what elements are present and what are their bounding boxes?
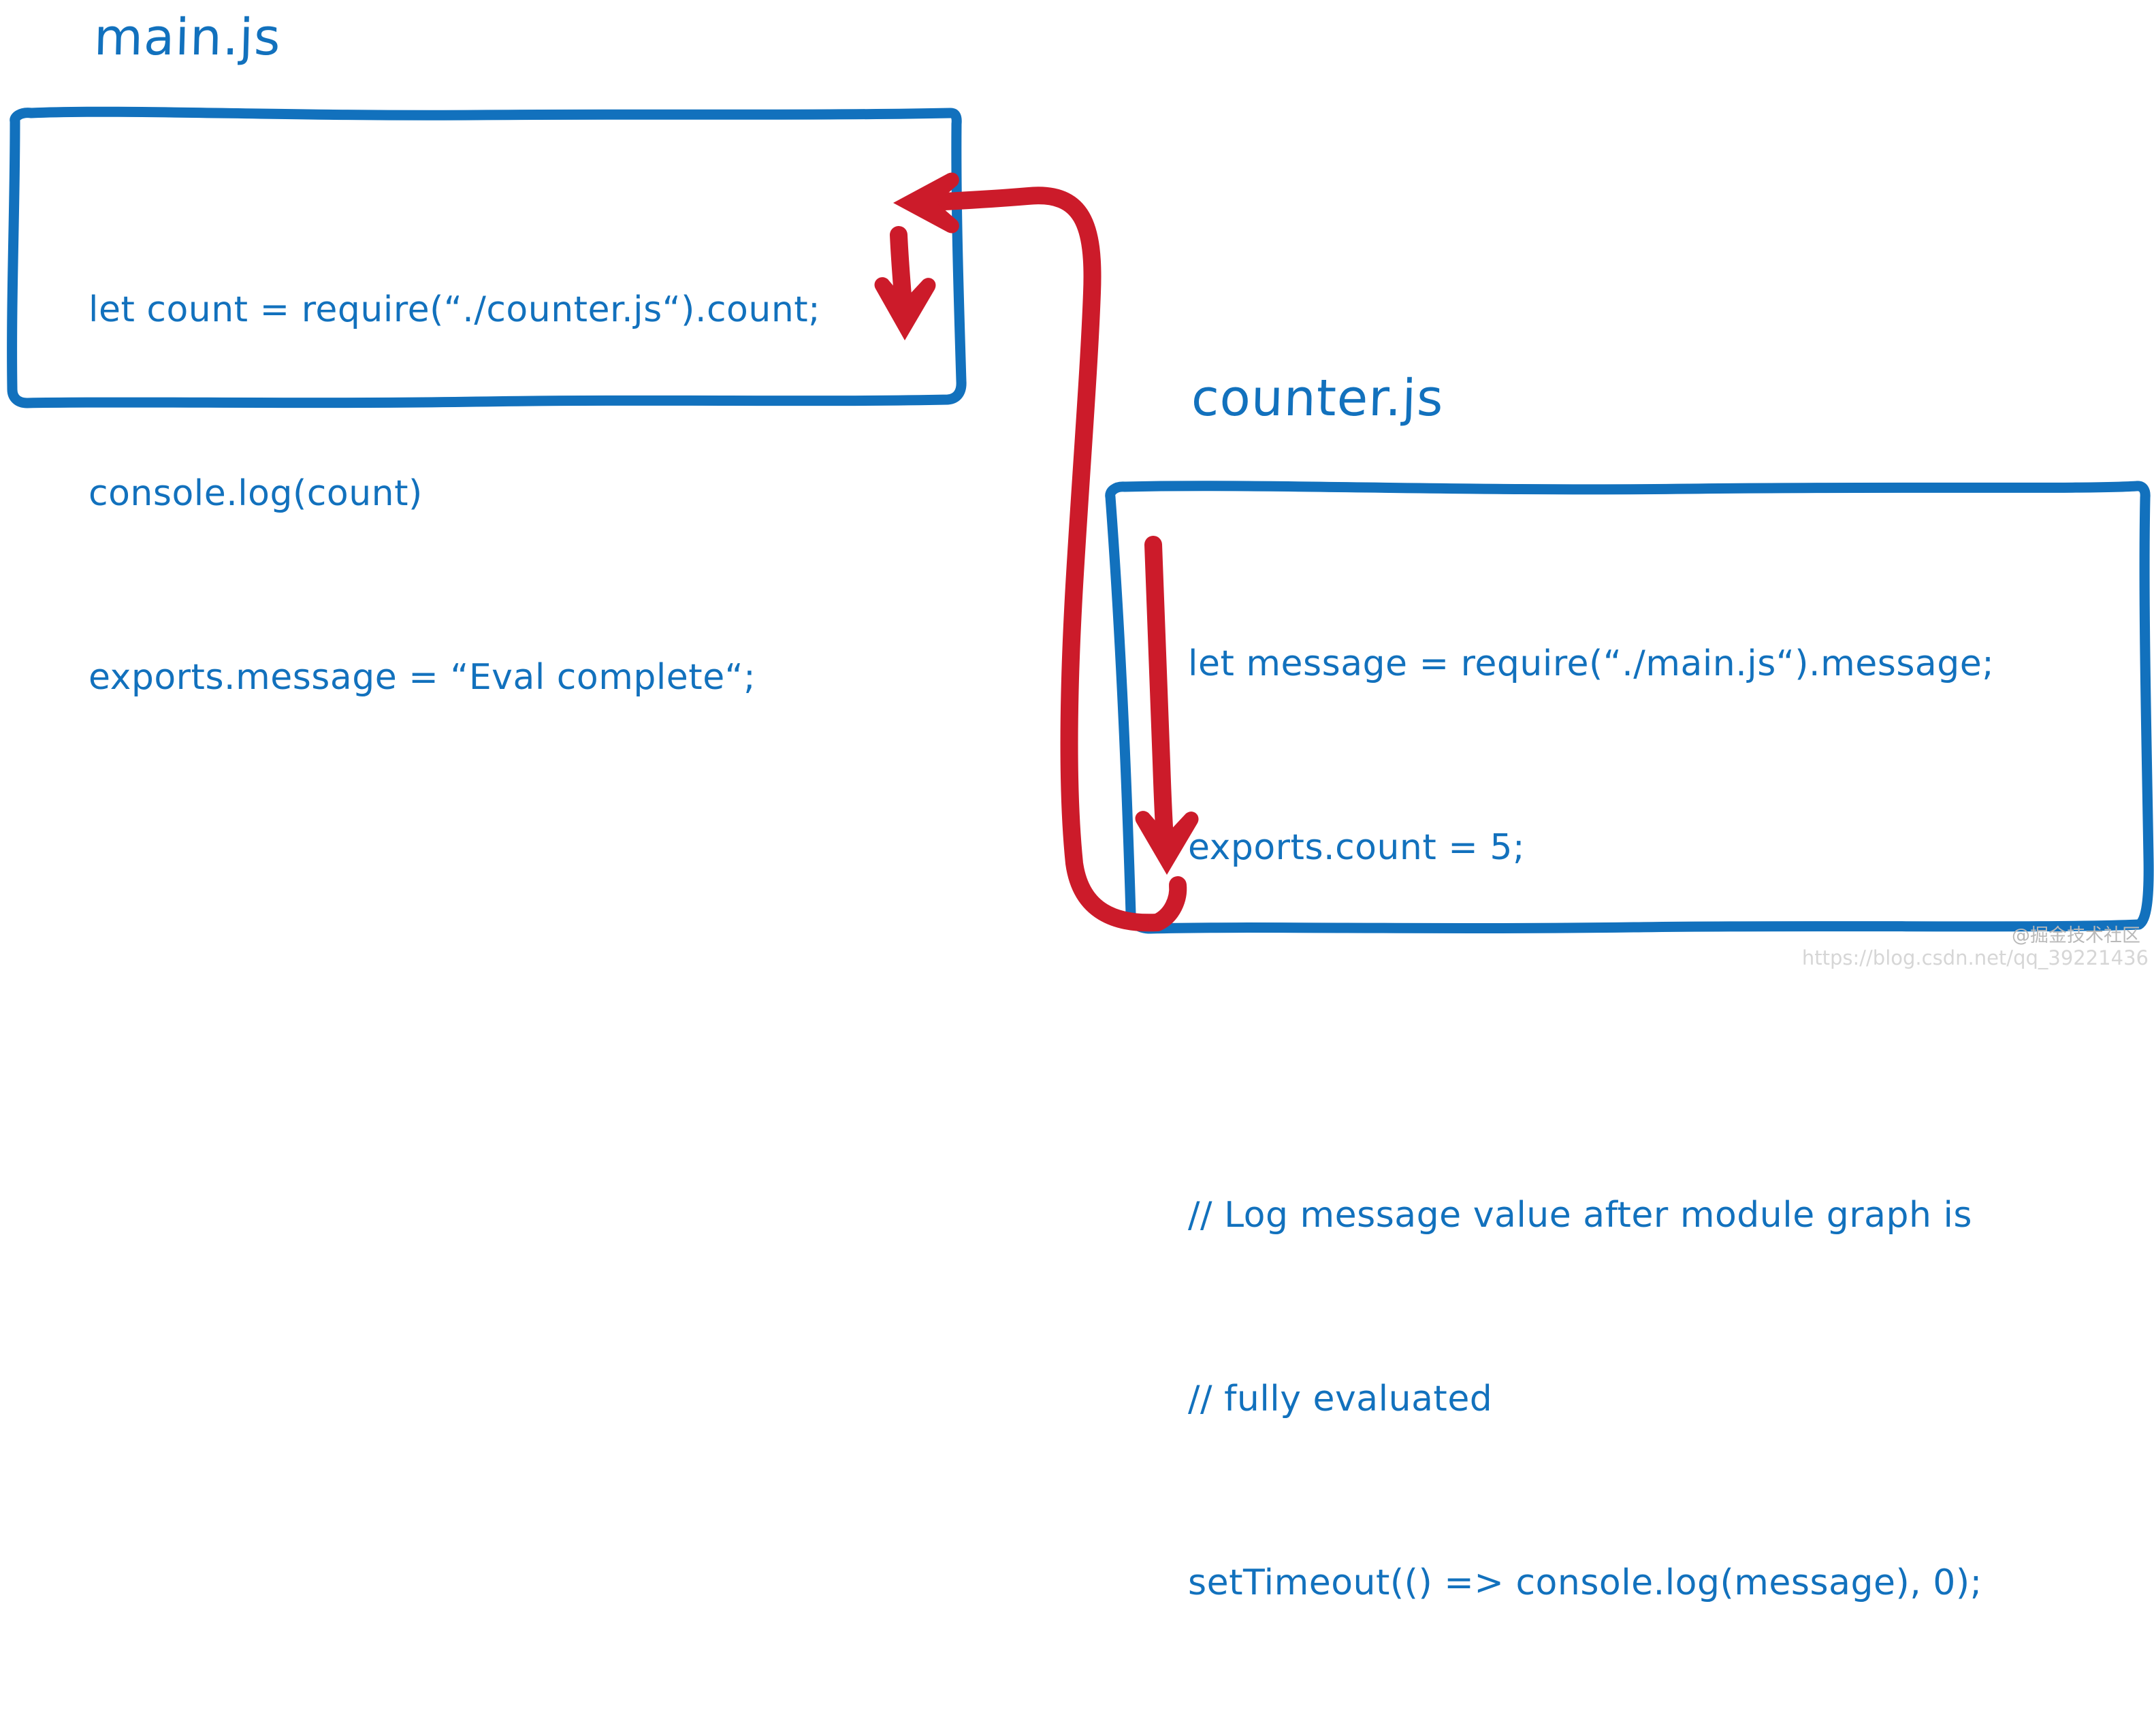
code-line: exports.count = 5;	[1188, 827, 1526, 868]
arrow-counter-flow-down-stroke	[1144, 536, 1174, 856]
diagram-canvas: main.js counter.js let count = require(“…	[0, 0, 2154, 1603]
module-code-counter: let message = require(“./main.js“).messa…	[1188, 511, 1994, 1736]
watermark-community: @掘金技术社区	[2012, 925, 2140, 946]
arrow-require-counter-to-main-stroke	[907, 187, 1166, 932]
code-line: console.log(count)	[89, 473, 423, 514]
code-line: // Log message value after module graph …	[1188, 1195, 1972, 1236]
code-line: exports.message = “Eval complete“;	[89, 657, 756, 698]
module-title-main: main.js	[93, 8, 282, 67]
code-line: // fully evaluated	[1188, 1379, 1493, 1419]
module-title-counter: counter.js	[1190, 369, 1445, 428]
watermark-url: https://blog.csdn.net/qq_39221436	[1801, 946, 2149, 969]
code-line: let message = require(“./main.js“).messa…	[1188, 643, 1995, 684]
module-code-main: let count = require(“./counter.js“).coun…	[89, 157, 820, 831]
code-line: let count = require(“./counter.js“).coun…	[89, 289, 821, 330]
code-line: setTimeout(() => console.log(message), 0…	[1188, 1562, 1982, 1603]
arrow-require-tail-hook	[1148, 876, 1187, 931]
